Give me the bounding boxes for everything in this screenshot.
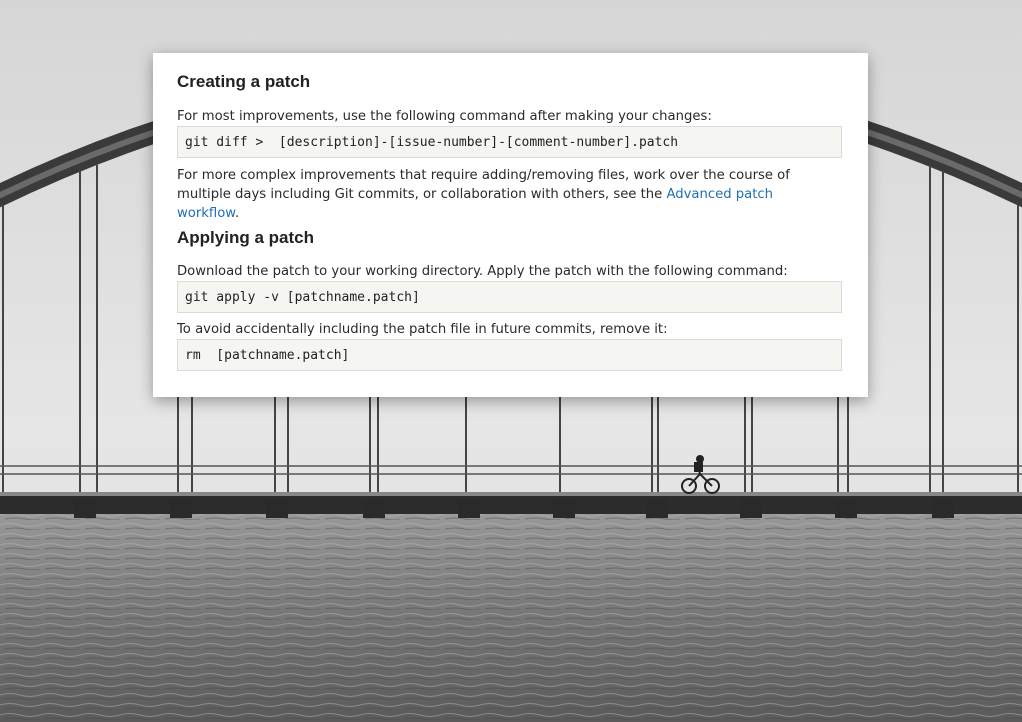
advanced-workflow-period: . — [234, 206, 240, 221]
git-diff-command[interactable]: git diff > [description]-[issue-number]-… — [177, 126, 842, 158]
remove-patch-text: To avoid accidentally including the patc… — [177, 322, 668, 337]
git-apply-command[interactable]: git apply -v [patchname.patch] — [177, 281, 842, 313]
rm-patch-command[interactable]: rm [patchname.patch] — [177, 339, 842, 371]
applying-patch-heading: Applying a patch — [177, 228, 314, 247]
applying-patch-intro: Download the patch to your working direc… — [177, 264, 788, 279]
advanced-workflow-paragraph: For more complex improvements that requi… — [177, 166, 837, 223]
creating-patch-intro: For most improvements, use the following… — [177, 109, 712, 124]
creating-patch-heading: Creating a patch — [177, 72, 311, 91]
patch-instructions-card: Creating a patch For most improvements, … — [153, 53, 868, 397]
